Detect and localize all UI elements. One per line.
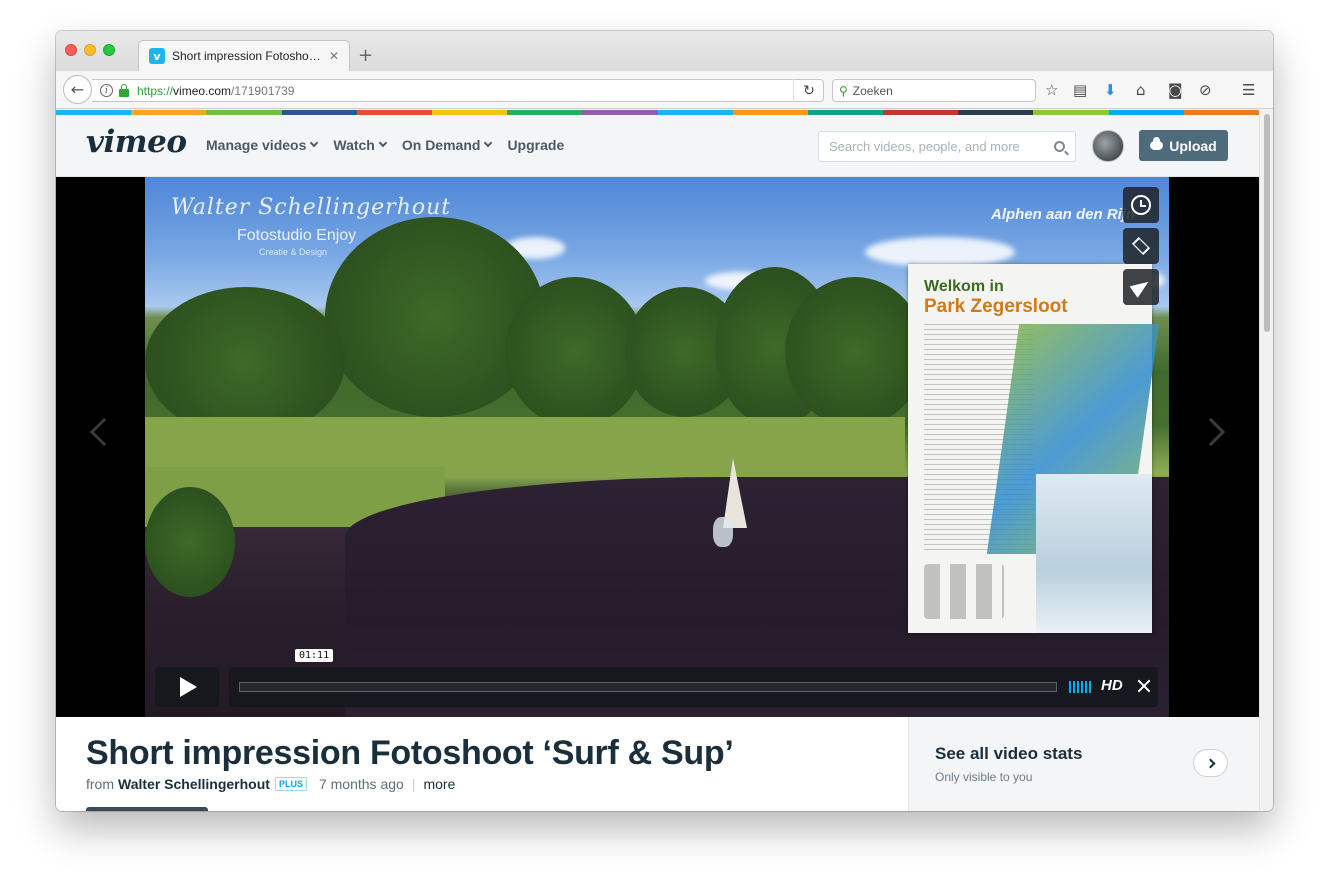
hd-toggle[interactable]: HD — [1101, 677, 1123, 694]
pocket-icon[interactable]: ◙ — [1168, 81, 1183, 99]
upload-label: Upload — [1169, 137, 1217, 154]
site-info-icon[interactable]: i — [100, 84, 113, 97]
scene-tree — [785, 277, 925, 427]
plus-badge[interactable]: PLUS — [274, 777, 307, 791]
url-scheme: https:// — [137, 83, 174, 98]
tab-title: Short impression Fotoshoot… — [172, 49, 323, 63]
watermark-tag: Creatie & Design — [259, 247, 328, 257]
fullscreen-icon[interactable] — [1137, 680, 1150, 693]
scene-cloud — [865, 237, 1015, 267]
stats-subtitle: Only visible to you — [935, 770, 1033, 784]
new-tab-icon[interactable]: + — [358, 45, 373, 66]
browser-search-input[interactable]: ⚲ Zoeken — [832, 79, 1036, 102]
scene-tree — [145, 487, 235, 597]
avatar[interactable] — [1092, 130, 1124, 162]
zoom-window-button[interactable] — [103, 44, 115, 56]
browser-window: v Short impression Fotoshoot… ✕ + ← i ht… — [56, 31, 1273, 811]
browser-tab[interactable]: v Short impression Fotoshoot… ✕ — [138, 40, 350, 71]
vimeo-header: vimeo Manage videos Watch On Demand Upgr… — [56, 115, 1259, 177]
extension-icon[interactable]: ⊘ — [1199, 81, 1212, 99]
clock-icon — [1131, 195, 1151, 215]
watch-later-button[interactable] — [1123, 187, 1159, 223]
posted-time: 7 months ago — [318, 776, 404, 792]
scrollbar-thumb[interactable] — [1264, 114, 1270, 332]
scene-tree — [145, 287, 345, 437]
cloud-upload-icon — [1150, 137, 1164, 150]
park-sign: Welkom in Park Zegersloot — [908, 264, 1160, 633]
action-button[interactable] — [86, 807, 208, 811]
download-icon[interactable]: ⬇ — [1104, 81, 1117, 99]
location-watermark: Alphen aan den Rijn — [991, 206, 1136, 223]
close-window-button[interactable] — [65, 44, 77, 56]
url-path: /171901739 — [231, 83, 295, 98]
more-link[interactable]: more — [423, 776, 455, 792]
back-button[interactable]: ← — [63, 75, 92, 104]
collections-button[interactable] — [1123, 228, 1159, 264]
layers-icon — [1131, 236, 1151, 256]
lock-icon — [119, 83, 129, 97]
nav-manage-videos[interactable]: Manage videos — [206, 137, 319, 153]
watermark-name: Walter Schellingerhout — [171, 195, 452, 220]
timecode: 01:11 — [295, 649, 334, 662]
page-scrollbar[interactable] — [1259, 110, 1273, 811]
chevron-down-icon — [378, 138, 388, 148]
vimeo-search-placeholder: Search videos, people, and more — [829, 139, 1020, 154]
chevron-down-icon — [484, 138, 493, 148]
reload-icon[interactable]: ↻ — [793, 79, 824, 102]
chevron-down-icon — [310, 138, 319, 148]
sign-photo — [1036, 474, 1152, 633]
minimize-window-button[interactable] — [84, 44, 96, 56]
url-host: vimeo.com — [173, 83, 232, 98]
home-icon[interactable]: ⌂ — [1136, 81, 1146, 99]
sign-icons — [924, 564, 1004, 619]
video-frame[interactable]: Walter Schellingerhout Fotostudio Enjoy … — [145, 177, 1169, 717]
vimeo-favicon-icon: v — [149, 48, 165, 64]
previous-video-icon[interactable] — [89, 417, 119, 447]
search-engine-icon: ⚲ — [839, 83, 848, 98]
play-button[interactable] — [155, 667, 219, 707]
bookmark-star-icon[interactable]: ☆ — [1045, 81, 1058, 99]
author-link[interactable]: Walter Schellingerhout — [118, 776, 270, 792]
byline: from Walter Schellingerhout PLUS 7 month… — [86, 776, 455, 792]
video-info: Short impression Fotoshoot ‘Surf & Sup’ … — [56, 717, 908, 811]
play-icon — [180, 677, 197, 697]
tab-strip: v Short impression Fotoshoot… ✕ + — [56, 31, 1273, 71]
player-controls: 01:11 HD — [155, 649, 1158, 707]
control-bar: 01:11 HD — [229, 649, 1158, 707]
video-title: Short impression Fotoshoot ‘Surf & Sup’ — [86, 734, 734, 772]
volume-control[interactable] — [1069, 681, 1093, 693]
back-arrow-icon: ← — [70, 80, 85, 99]
from-label: from — [86, 776, 114, 792]
sign-park-name: Park Zegersloot — [924, 296, 1068, 317]
nav-on-demand[interactable]: On Demand — [402, 137, 493, 153]
upload-button[interactable]: Upload — [1139, 130, 1228, 161]
chevron-right-icon[interactable] — [1193, 749, 1228, 777]
sign-welcome-text: Welkom in — [924, 278, 1004, 295]
navigation-toolbar: ← i https://vimeo.com/171901739 ↻ ⚲ Zoek… — [56, 71, 1273, 109]
reading-list-icon[interactable]: ▤ — [1073, 81, 1087, 99]
paper-plane-icon — [1129, 276, 1153, 298]
stats-title[interactable]: See all video stats — [935, 744, 1082, 764]
browser-search-placeholder: Zoeken — [852, 83, 893, 98]
nav-watch[interactable]: Watch — [333, 137, 388, 153]
nav-upgrade[interactable]: Upgrade — [507, 137, 564, 153]
vimeo-logo[interactable]: vimeo — [86, 124, 187, 160]
watermark-studio: Fotostudio Enjoy — [237, 227, 357, 244]
video-player[interactable]: Walter Schellingerhout Fotostudio Enjoy … — [56, 177, 1259, 717]
divider: | — [411, 776, 416, 792]
address-bar[interactable]: i https://vimeo.com/171901739 — [92, 79, 824, 102]
search-icon[interactable] — [1054, 141, 1065, 152]
menu-icon[interactable]: ☰ — [1242, 81, 1255, 99]
scene-tree — [505, 277, 645, 427]
next-video-icon[interactable] — [1196, 417, 1226, 447]
progress-bar[interactable] — [239, 682, 1057, 692]
stats-panel[interactable]: See all video stats Only visible to you — [908, 717, 1259, 811]
vimeo-search-input[interactable]: Search videos, people, and more — [818, 131, 1076, 162]
share-button[interactable] — [1123, 269, 1159, 305]
main-nav: Manage videos Watch On Demand Upgrade — [206, 137, 580, 153]
windsurfer — [713, 517, 733, 547]
tab-close-icon[interactable]: ✕ — [329, 49, 339, 63]
